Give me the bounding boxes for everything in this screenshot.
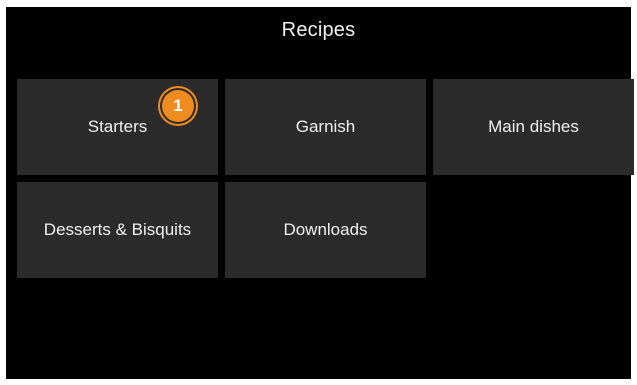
page-title: Recipes xyxy=(281,19,356,41)
recipes-screen: Recipes Starters Garnish Main dishes Des… xyxy=(6,7,634,379)
tile-label: Garnish xyxy=(295,117,356,136)
tile-garnish[interactable]: Garnish xyxy=(225,79,426,175)
tile-desserts-bisquits[interactable]: Desserts & Bisquits xyxy=(17,182,218,278)
tile-label: Downloads xyxy=(283,220,368,239)
tile-label: Starters xyxy=(87,117,148,136)
tile-downloads[interactable]: Downloads xyxy=(225,182,426,278)
tile-main-dishes[interactable]: Main dishes xyxy=(433,79,634,175)
tile-label: Desserts & Bisquits xyxy=(43,220,192,239)
tile-label: Main dishes xyxy=(488,117,579,136)
step-callout-badge: 1 xyxy=(162,90,194,122)
